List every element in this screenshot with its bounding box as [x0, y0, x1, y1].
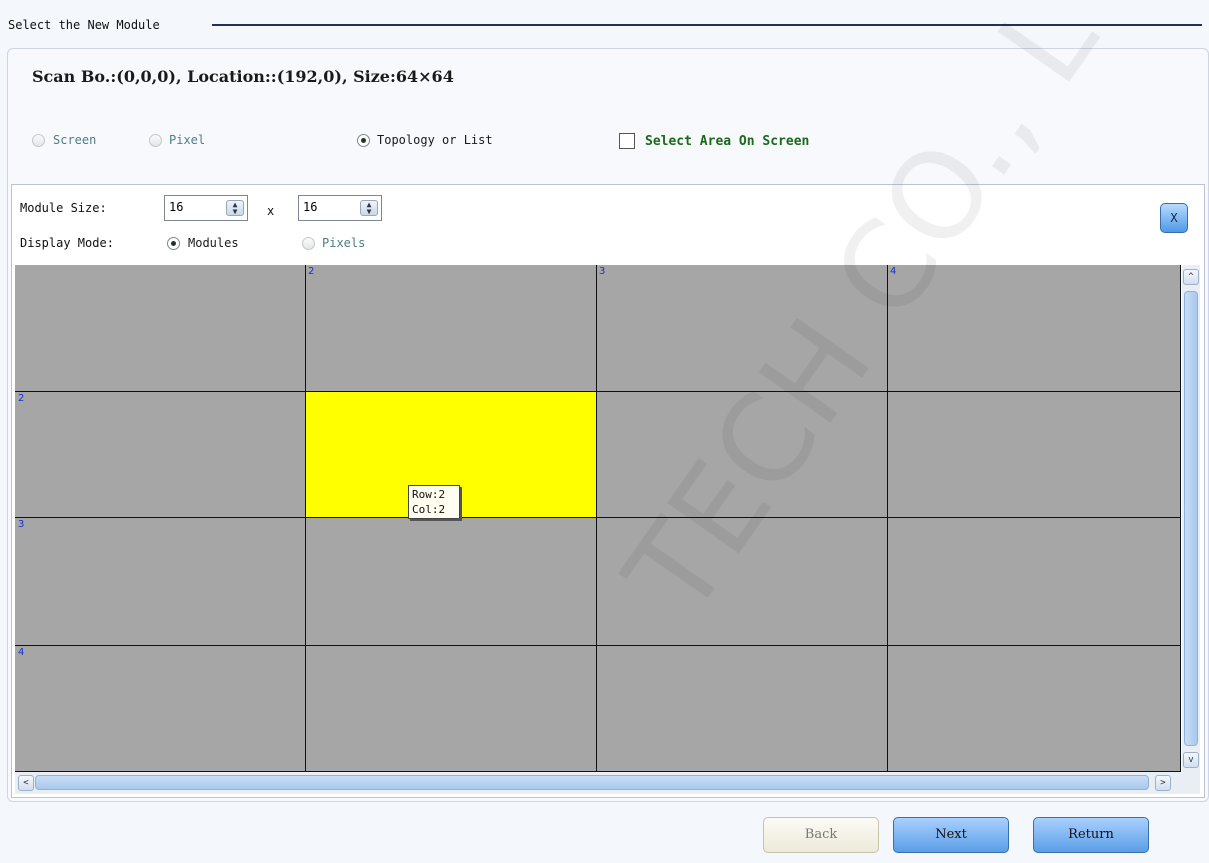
module-height-stepper[interactable]: 16 ▲ ▼ [298, 195, 382, 221]
modules-radio[interactable] [167, 237, 180, 250]
scroll-up-icon[interactable]: ^ [1183, 269, 1199, 285]
tooltip-row: Row:2 [412, 488, 446, 501]
grid-cell[interactable] [888, 518, 1181, 646]
next-button[interactable]: Next [893, 817, 1009, 853]
group-title: Select the New Module [8, 18, 160, 32]
row-number-label: 2 [18, 393, 25, 404]
grid-cell[interactable] [888, 646, 1181, 772]
grid-cell[interactable] [15, 265, 306, 392]
module-width-stepper[interactable]: 16 ▲ ▼ [164, 195, 248, 221]
grid-cell[interactable] [888, 392, 1181, 518]
module-height-value: 16 [303, 200, 318, 214]
topology-radio[interactable] [357, 134, 370, 147]
scroll-right-icon[interactable]: > [1155, 775, 1171, 791]
grid-cell[interactable] [306, 265, 597, 392]
select-area-label[interactable]: Select Area On Screen [645, 134, 809, 149]
horizontal-scroll-thumb[interactable] [35, 775, 1149, 790]
pixel-radio[interactable] [149, 134, 162, 147]
module-size-label: Module Size: [20, 201, 107, 215]
grid-cell[interactable] [15, 518, 306, 646]
return-button[interactable]: Return [1033, 817, 1149, 853]
scroll-down-icon[interactable]: v [1183, 752, 1199, 768]
display-mode-label: Display Mode: [20, 236, 114, 250]
column-number-label: 2 [308, 266, 315, 277]
grid-cell[interactable] [15, 392, 306, 518]
pixel-radio-label[interactable]: Pixel [169, 133, 205, 147]
back-button[interactable]: Back [763, 817, 879, 853]
vertical-scroll-thumb[interactable] [1184, 291, 1198, 746]
screen-radio-label[interactable]: Screen [53, 133, 96, 147]
grid-cell[interactable] [306, 646, 597, 772]
grid-cell[interactable] [306, 518, 597, 646]
topology-radio-label[interactable]: Topology or List [377, 133, 493, 147]
pixels-radio[interactable] [302, 237, 315, 250]
module-height-spin-icon[interactable]: ▲ ▼ [360, 200, 378, 216]
screen-radio[interactable] [32, 134, 45, 147]
module-width-value: 16 [169, 200, 184, 214]
scroll-left-icon[interactable]: < [18, 775, 34, 791]
close-button[interactable]: X [1160, 203, 1188, 233]
tooltip-col: Col:2 [412, 503, 446, 516]
column-number-label: 3 [599, 266, 606, 277]
row-number-label: 3 [18, 519, 25, 530]
cell-tooltip: Row:2 Col:2 [408, 485, 460, 519]
module-grid[interactable]: 234234 [15, 265, 1181, 772]
select-area-checkbox[interactable] [619, 133, 635, 149]
modules-radio-label[interactable]: Modules [188, 236, 239, 250]
module-size-separator: x [267, 204, 275, 218]
pixels-radio-label[interactable]: Pixels [322, 236, 365, 250]
module-width-spin-icon[interactable]: ▲ ▼ [226, 200, 244, 216]
row-number-label: 4 [18, 647, 25, 658]
grid-cell[interactable] [597, 646, 888, 772]
grid-cell[interactable] [15, 646, 306, 772]
scan-info-text: Scan Bo.:(0,0,0), Location::(192,0), Siz… [32, 67, 454, 86]
